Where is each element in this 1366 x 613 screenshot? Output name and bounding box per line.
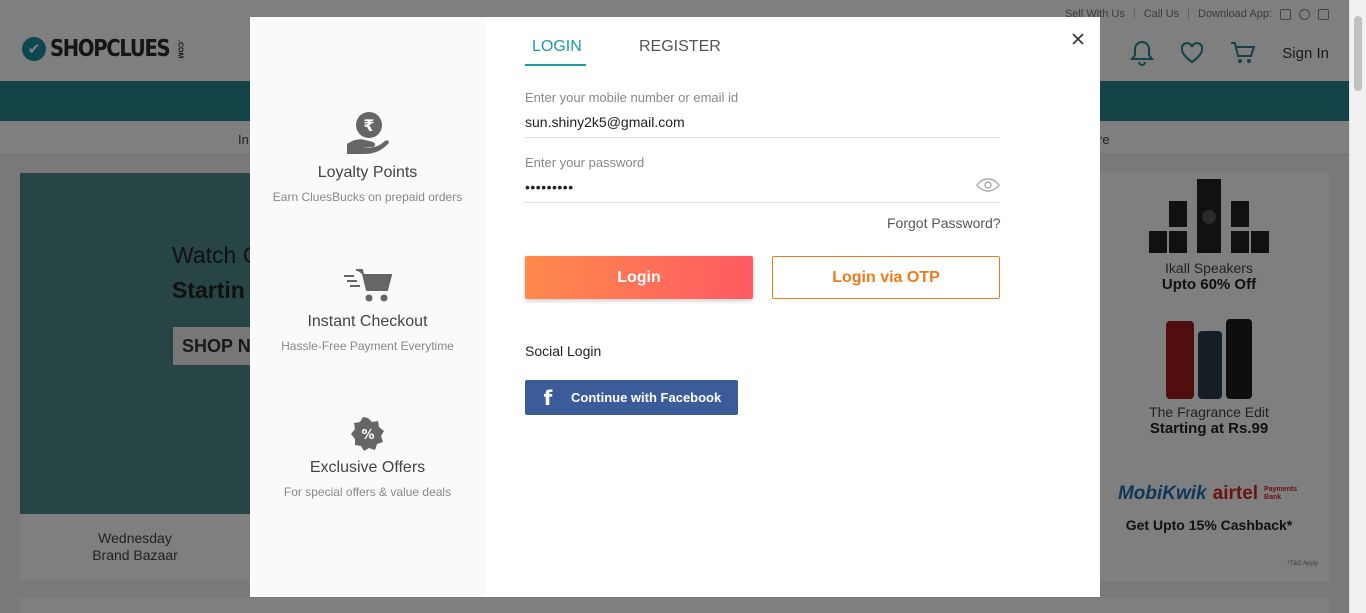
email-field[interactable]: Enter your mobile number or email id sun… <box>525 90 1000 138</box>
email-label: Enter your mobile number or email id <box>525 90 739 105</box>
login-via-otp-button[interactable]: Login via OTP <box>772 256 1000 299</box>
benefits-panel: ₹ Loyalty Points Earn CluesBucks on prep… <box>250 17 485 597</box>
perk-checkout: Instant Checkout Hassle-Free Payment Eve… <box>250 267 485 353</box>
login-modal: ₹ Loyalty Points Earn CluesBucks on prep… <box>250 17 1100 597</box>
password-label: Enter your password <box>525 155 645 170</box>
tab-login[interactable]: LOGIN <box>525 38 586 66</box>
perk-desc: Hassle-Free Payment Everytime <box>281 339 454 353</box>
perk-title: Instant Checkout <box>307 313 428 330</box>
password-input[interactable]: ••••••••• <box>525 179 1000 202</box>
facebook-login-button[interactable]: f Continue with Facebook <box>525 380 738 415</box>
svg-text:%: % <box>361 428 374 443</box>
facebook-icon: f <box>543 385 553 410</box>
perk-loyalty: ₹ Loyalty Points Earn CluesBucks on prep… <box>250 110 485 204</box>
rupee-hand-icon: ₹ <box>346 112 389 154</box>
facebook-button-label: Continue with Facebook <box>571 390 722 405</box>
perk-desc: Earn CluesBucks on prepaid orders <box>272 190 463 204</box>
password-field[interactable]: Enter your password ••••••••• <box>525 155 1000 203</box>
perk-offers: % Exclusive Offers For special offers & … <box>250 417 485 499</box>
login-button[interactable]: Login <box>525 256 753 299</box>
scrollbar-thumb[interactable] <box>1354 16 1362 91</box>
perk-title: Loyalty Points <box>317 164 418 181</box>
eye-icon[interactable] <box>976 177 1000 198</box>
perk-title: Exclusive Offers <box>309 459 426 476</box>
perk-desc: For special offers & value deals <box>283 485 452 499</box>
auth-tabs: LOGIN REGISTER <box>525 38 721 66</box>
cart-speed-icon <box>343 269 392 302</box>
percent-badge-icon: % <box>350 417 384 451</box>
email-input[interactable]: sun.shiny2k5@gmail.com <box>525 114 1000 137</box>
social-login-heading: Social Login <box>525 343 602 359</box>
close-icon[interactable] <box>1069 30 1087 48</box>
tab-register[interactable]: REGISTER <box>639 38 721 66</box>
svg-text:₹: ₹ <box>363 116 374 135</box>
page-scrollbar[interactable] <box>1349 0 1366 613</box>
forgot-password-link[interactable]: Forgot Password? <box>887 215 1001 231</box>
